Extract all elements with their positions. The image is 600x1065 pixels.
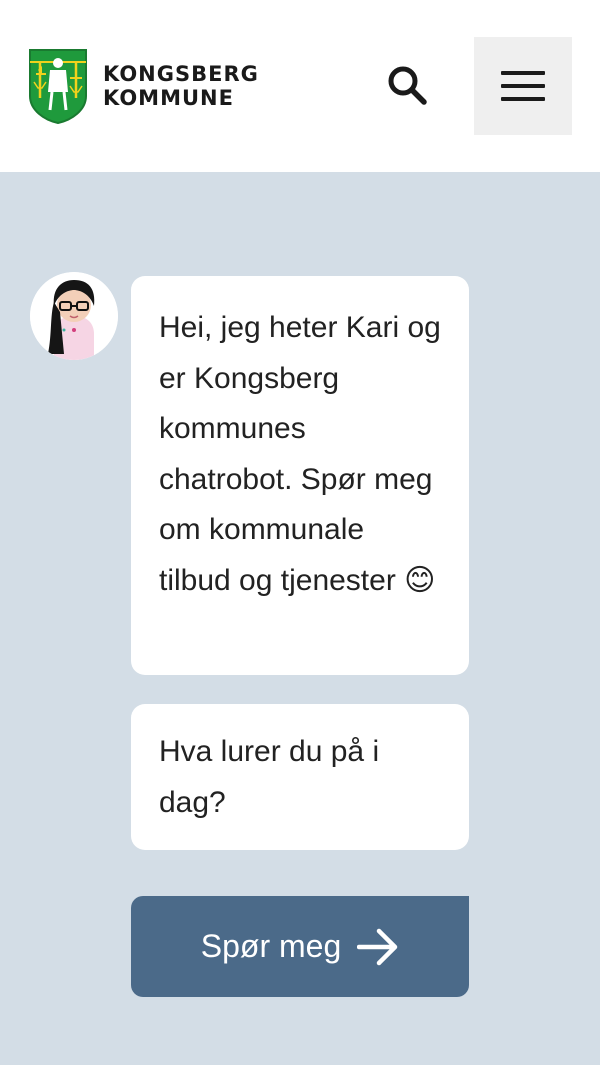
chatbot-panel: Hei, jeg heter Kari og er Kongsberg komm… — [0, 172, 600, 1065]
search-icon — [388, 66, 427, 105]
chatbot-avatar — [30, 272, 118, 360]
avatar-illustration-icon — [30, 272, 118, 360]
logo-link[interactable]: KONGSBERG KOMMUNE — [28, 48, 259, 124]
ask-me-button[interactable]: Spør meg — [131, 896, 469, 997]
arrow-right-icon — [357, 928, 398, 965]
chat-message-1: Hei, jeg heter Kari og er Kongsberg komm… — [131, 276, 469, 675]
logo-line-2: KOMMUNE — [103, 86, 234, 110]
site-header: KONGSBERG KOMMUNE — [0, 0, 600, 172]
hamburger-menu-icon — [501, 71, 545, 101]
crest-icon — [29, 49, 87, 124]
chat-message-2: Hva lurer du på i dag? — [131, 704, 469, 850]
logo-line-1: KONGSBERG — [103, 62, 259, 86]
search-button[interactable] — [378, 56, 436, 114]
logo-text: KONGSBERG KOMMUNE — [103, 62, 259, 110]
ask-me-button-label: Spør meg — [200, 928, 342, 964]
menu-button[interactable] — [474, 37, 572, 135]
